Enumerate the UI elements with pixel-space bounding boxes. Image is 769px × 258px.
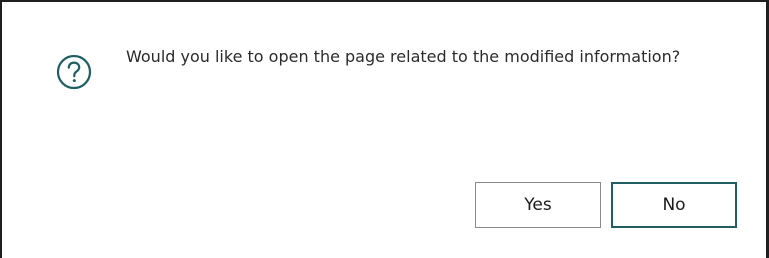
dialog-message: Would you like to open the page related … — [126, 47, 681, 66]
dialog-border-left — [0, 0, 2, 258]
no-button[interactable]: No — [611, 182, 737, 228]
yes-button[interactable]: Yes — [475, 182, 601, 228]
dialog-border-top — [0, 0, 769, 2]
confirm-dialog: Would you like to open the page related … — [0, 0, 769, 258]
question-icon — [56, 54, 92, 90]
